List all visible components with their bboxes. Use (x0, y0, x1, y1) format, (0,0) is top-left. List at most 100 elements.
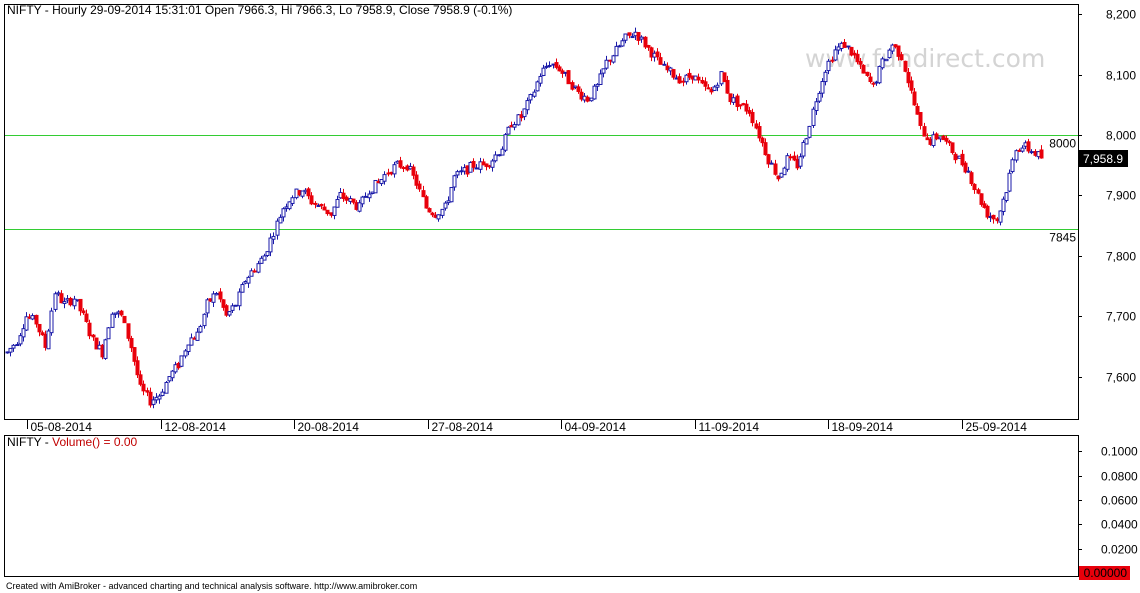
y-tick-label: 8,000 (1106, 129, 1136, 143)
y-tick-label: 7,800 (1106, 250, 1136, 264)
volume-value-label: 0.00000 (1084, 566, 1128, 580)
candle-up (367, 193, 372, 199)
candle-down (68, 297, 73, 306)
candle-down (322, 206, 327, 211)
candle-up (820, 81, 825, 94)
y-tick-label: 8,100 (1106, 69, 1136, 83)
candle-up (823, 71, 828, 83)
candle-up (46, 330, 51, 350)
x-tick-label: 20-08-2014 (298, 420, 360, 434)
x-tick-label: 27-08-2014 (432, 420, 494, 434)
candle-down (706, 87, 711, 90)
candle-up (1020, 147, 1025, 152)
candle-down (788, 156, 793, 159)
candle-down (424, 196, 429, 209)
candle-up (290, 197, 295, 204)
candle-up (151, 399, 156, 405)
candle-up (186, 344, 191, 353)
candle-down (953, 153, 958, 161)
candle-down (129, 338, 134, 349)
candle-up (164, 381, 169, 394)
candle-down (126, 323, 131, 339)
candle-up (998, 210, 1003, 223)
candle-down (401, 167, 406, 170)
candle-down (655, 51, 660, 58)
candle-up (160, 391, 165, 397)
candle-up (528, 94, 533, 101)
candle-up (202, 313, 207, 327)
candle-up (614, 45, 619, 57)
candle-down (912, 91, 917, 106)
y-tick-label: 8,200 (1106, 8, 1136, 22)
candle-up (474, 167, 479, 170)
candle-up (817, 92, 822, 102)
candle-down (627, 32, 632, 36)
candle-down (861, 64, 866, 74)
candle-down (696, 76, 701, 81)
candle-down (918, 112, 923, 126)
candle-down (91, 334, 96, 338)
candle-up (490, 160, 495, 168)
candle-down (766, 154, 771, 165)
candle-up (237, 291, 242, 307)
candle-up (611, 55, 616, 63)
x-tick-label: 05-08-2014 (31, 420, 93, 434)
candle-up (814, 101, 819, 112)
candle-up (360, 196, 365, 205)
candle-up (538, 75, 543, 84)
candle-down (922, 126, 927, 137)
volume-header: NIFTY - Volume() = 0.00 (7, 435, 138, 449)
candle-up (880, 58, 885, 69)
candle-up (62, 301, 67, 305)
candle-down (842, 41, 847, 48)
candle-up (440, 208, 445, 216)
candle-up (157, 395, 162, 400)
candle-down (865, 71, 870, 76)
candle-up (256, 263, 261, 273)
candle-down (677, 76, 682, 84)
y-tick-label: 7,700 (1106, 310, 1136, 324)
candle-down (141, 383, 146, 392)
candle-up (1010, 159, 1015, 173)
candle-up (103, 339, 108, 359)
candle-down (950, 142, 955, 154)
candle-up (53, 293, 58, 310)
candle-up (826, 60, 831, 72)
candle-down (119, 310, 124, 316)
candle-up (506, 126, 511, 135)
candle-down (84, 313, 89, 322)
candle-up (214, 293, 219, 296)
candle-up (1029, 151, 1034, 154)
candle-up (179, 355, 184, 367)
candle-down (344, 196, 349, 201)
candle-up (262, 255, 267, 261)
volume-pane-frame (4, 435, 1079, 577)
candle-down (773, 163, 778, 175)
candle-up (15, 344, 20, 347)
candle-up (268, 237, 273, 253)
candle-up (601, 68, 606, 74)
candle-up (246, 276, 251, 284)
candle-down (309, 195, 314, 205)
candle-down (750, 111, 755, 124)
volume-tick-label: 0.1000 (1101, 445, 1138, 459)
candle-down (557, 66, 562, 72)
candle-up (452, 175, 457, 188)
candle-down (658, 57, 663, 65)
candle-down (138, 374, 143, 385)
candle-down (969, 172, 974, 185)
candle-down (471, 160, 476, 168)
volume-tick-label: 0.0800 (1101, 470, 1138, 484)
candle-down (725, 79, 730, 94)
candle-down (909, 80, 914, 91)
candle-down (646, 45, 651, 48)
candle-up (106, 327, 111, 340)
candle-up (604, 59, 609, 69)
candle-up (532, 91, 537, 97)
candle-up (332, 206, 337, 216)
candle-down (1026, 141, 1031, 152)
candle-up (804, 138, 809, 145)
candle-down (671, 69, 676, 78)
candle-down (351, 198, 356, 203)
candle-down (218, 291, 223, 300)
